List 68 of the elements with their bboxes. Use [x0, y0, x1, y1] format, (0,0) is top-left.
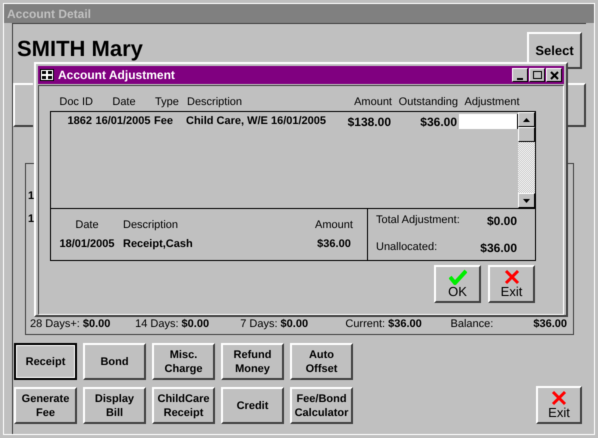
summary-value: $36.00 [388, 316, 422, 332]
summary-label: 28 Days+: [30, 316, 80, 332]
dialog-title: Account Adjustment [58, 67, 175, 84]
receipt-value: $36.00 [316, 237, 352, 252]
column-header: Description [186, 96, 244, 109]
total-label: Unallocated: [376, 240, 438, 255]
table-cell-text: 16/01/2005 [95, 114, 151, 130]
summary-label: Balance: [450, 316, 494, 332]
exit-button[interactable]: Exit [488, 265, 535, 303]
close-icon [550, 70, 558, 80]
table-cell-text: 1862 [66, 114, 93, 130]
form-icon [40, 69, 54, 81]
adjustment-field[interactable] [459, 114, 518, 129]
exit-button[interactable]: Exit [536, 386, 582, 424]
column-header: Amount [353, 96, 392, 109]
ok-button[interactable]: OK [434, 265, 481, 303]
column-header: Adjustment [463, 96, 521, 109]
column-header: Type [154, 96, 180, 109]
minimize-button[interactable] [512, 68, 528, 82]
scroll-up-button[interactable] [518, 112, 535, 127]
action-button[interactable]: Refund Money [221, 343, 284, 380]
action-button[interactable]: Generate Fee [14, 387, 77, 424]
summary-label: Current: [345, 316, 386, 332]
table-cell-text: 1 [28, 212, 34, 226]
summary-label: 14 Days: [135, 316, 179, 332]
column-header: Amount [314, 218, 354, 232]
receipt-value: 18/01/2005 [58, 237, 116, 252]
table-cell-text: Fee [153, 114, 174, 130]
table-cell-text: 1 [28, 189, 34, 204]
minimize-icon [517, 78, 523, 80]
close-button[interactable] [546, 68, 562, 82]
maximize-icon [532, 71, 542, 79]
close-icon [551, 390, 567, 406]
up-arrow-icon [523, 118, 530, 122]
total-value: $36.00 [480, 240, 517, 257]
action-button[interactable]: Auto Offset [290, 343, 353, 380]
action-button[interactable]: Fee/Bond Calculator [290, 387, 353, 424]
action-button[interactable]: Display Bill [83, 387, 146, 424]
summary-value: $0.00 [280, 316, 308, 332]
column-header: Date [74, 218, 100, 232]
table-cell-text: $36.00 [419, 114, 457, 130]
action-button[interactable]: ChildCare Receipt [152, 387, 215, 424]
action-button[interactable]: Receipt [14, 343, 77, 380]
summary-value: $36.00 [533, 316, 567, 332]
receipt-value: Receipt,Cash [122, 237, 194, 252]
close-icon [504, 269, 520, 285]
maximize-button[interactable] [529, 68, 545, 82]
scroll-down-button[interactable] [518, 193, 535, 208]
action-button[interactable]: Misc. Charge [152, 343, 215, 380]
summary-label: 7 Days: [240, 316, 278, 332]
scroll-thumb[interactable] [518, 127, 535, 142]
column-header: Description [122, 218, 180, 232]
scroll-bar[interactable] [518, 112, 535, 208]
summary-value: $0.00 [182, 316, 210, 332]
action-button[interactable]: Credit [221, 387, 284, 424]
action-button[interactable]: Bond [83, 343, 146, 380]
column-header: Outstanding [398, 96, 458, 109]
total-value: $0.00 [486, 213, 517, 230]
check-icon [448, 269, 466, 285]
table-cell-text: Child Care, W/E 16/01/2005 [185, 114, 328, 130]
column-header: Doc ID [58, 96, 94, 109]
column-header: Date [111, 96, 137, 109]
down-arrow-icon [523, 198, 530, 202]
total-label: Total Adjustment: [376, 213, 460, 228]
window-title: Account Detail [7, 6, 92, 22]
summary-value: $0.00 [82, 316, 110, 332]
table-cell-text: $138.00 [346, 114, 391, 130]
client-name: SMITH Mary [17, 36, 143, 62]
